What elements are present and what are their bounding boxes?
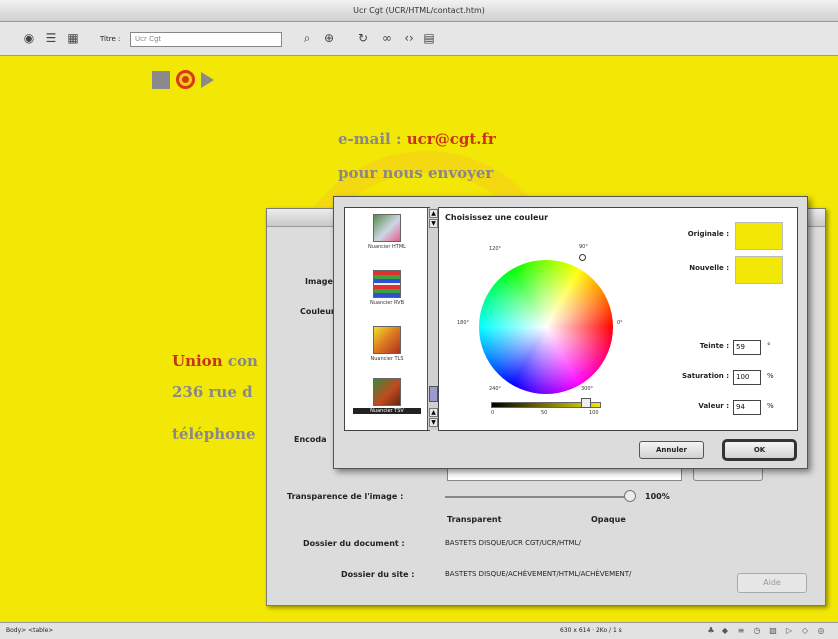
html-picker-icon xyxy=(373,214,401,242)
scroll-down-arrow[interactable]: ▼ xyxy=(429,219,438,228)
degree-240: 240° xyxy=(489,386,502,392)
degree-0: 0° xyxy=(617,320,623,326)
layout-icon[interactable]: ▤ xyxy=(422,31,436,45)
picker-panel: Choisissez une couleur 90° 120° 0° 180° … xyxy=(438,207,798,431)
color-wheel[interactable] xyxy=(479,260,613,394)
value-slider-knob[interactable] xyxy=(581,398,591,408)
phone-line: téléphone xyxy=(172,425,256,443)
code-icon[interactable]: ‹› xyxy=(402,31,416,45)
document-folder-value: BASTETS DISQUE/UCR CGT/UCR/HTML/ xyxy=(445,539,581,547)
image-icon[interactable]: ▦ xyxy=(66,31,80,45)
street-line: 236 rue d xyxy=(172,383,253,401)
history-icon[interactable]: ◷ xyxy=(752,626,762,636)
transparency-slider-knob[interactable] xyxy=(624,490,636,502)
picker-item-tsv[interactable]: Nuancier TSV xyxy=(353,378,421,414)
tick-0: 0 xyxy=(491,410,495,416)
target-dot xyxy=(182,76,189,83)
value-slider-ticks: 0 50 100 xyxy=(491,410,601,416)
new-swatch xyxy=(735,256,783,284)
document-folder-label: Dossier du document : xyxy=(303,539,405,548)
tick-100: 100 xyxy=(589,410,599,416)
site-icon[interactable]: ♣ xyxy=(706,626,716,636)
inspect-icon[interactable]: ⌕ xyxy=(300,31,314,45)
email-line: e-mail : ucr@cgt.fr xyxy=(338,130,496,148)
opaque-label: Opaque xyxy=(591,515,626,524)
site-folder-value: BASTETS DISQUE/ACHÈVEMENT/HTML/ACHÈVEMEN… xyxy=(445,570,632,578)
tag-path[interactable]: Body> <table> xyxy=(6,627,53,634)
saturation-unit: % xyxy=(767,372,774,380)
code-small-icon[interactable]: ◇ xyxy=(800,626,810,636)
union-line: Union con xyxy=(172,352,258,370)
refresh-icon[interactable]: ↻ xyxy=(356,31,370,45)
picker-item-tls[interactable]: Nuancier TLS xyxy=(353,326,421,362)
saturation-field[interactable]: 100 xyxy=(733,370,761,385)
union-brand: Union xyxy=(172,352,223,370)
tsv-picker-icon xyxy=(373,378,401,406)
palette-icon[interactable]: ◆ xyxy=(720,626,730,636)
value-unit: % xyxy=(767,402,774,410)
scroll-down-arrow-bottom[interactable]: ▼ xyxy=(429,418,438,427)
help-button[interactable]: Aide xyxy=(737,573,807,593)
picker-item-html[interactable]: Nuancier HTML xyxy=(353,214,421,250)
title-label: Titre : xyxy=(100,35,121,43)
picker-item-rgb[interactable]: Nuancier RVB xyxy=(353,270,421,306)
picker-item-label: Nuancier RVB xyxy=(369,300,405,306)
scroll-up-arrow[interactable]: ▲ xyxy=(429,209,438,218)
original-swatch xyxy=(735,222,783,250)
tick-50: 50 xyxy=(541,410,548,416)
color-label: Couleur xyxy=(300,307,335,316)
saturation-label: Saturation : xyxy=(681,372,729,380)
title-input[interactable]: Ucr Cgt xyxy=(130,32,282,47)
list-icon[interactable]: ☰ xyxy=(44,31,58,45)
play-small-icon[interactable]: ▷ xyxy=(784,626,794,636)
transparency-label: Transparence de l'image : xyxy=(287,492,404,501)
color-picker-dialog: Nuancier HTML Nuancier RVB Nuancier TLS … xyxy=(333,196,808,469)
new-label: Nouvelle : xyxy=(689,264,729,272)
value-field[interactable]: 94 xyxy=(733,400,761,415)
cancel-button[interactable]: Annuler xyxy=(639,441,704,459)
degree-120: 120° xyxy=(489,246,502,252)
color-wheel-marker[interactable] xyxy=(579,254,586,261)
eye-icon[interactable]: ◉ xyxy=(22,31,36,45)
link-icon[interactable]: ∞ xyxy=(380,31,394,45)
transparency-value: 100% xyxy=(645,492,670,501)
degree-90: 90° xyxy=(579,244,588,250)
text-icon[interactable]: ≡ xyxy=(736,626,746,636)
hue-label: Teinte : xyxy=(699,342,729,350)
encoding-label: Encoda xyxy=(294,435,327,444)
transparent-label: Transparent xyxy=(447,515,502,524)
preview-icon[interactable]: ⊕ xyxy=(322,31,336,45)
hue-unit: ° xyxy=(767,342,771,350)
image-label: Image xyxy=(305,277,333,286)
transparency-slider[interactable] xyxy=(445,496,633,498)
degree-180: 180° xyxy=(457,320,470,326)
stop-icon[interactable] xyxy=(152,71,170,89)
send-line: pour nous envoyer xyxy=(338,164,494,182)
value-label: Valeur : xyxy=(698,402,729,410)
page-size-info: 630 x 614 · 2Ko / 1 s xyxy=(560,627,622,634)
site-folder-label: Dossier du site : xyxy=(341,570,415,579)
picker-item-label: Nuancier HTML xyxy=(368,244,406,250)
ok-button[interactable]: OK xyxy=(722,439,797,461)
hue-field[interactable]: 59 xyxy=(733,340,761,355)
original-label: Originale : xyxy=(687,230,729,238)
tls-picker-icon xyxy=(373,326,401,354)
picker-item-label: Nuancier TLS xyxy=(370,356,404,362)
picker-type-list: Nuancier HTML Nuancier RVB Nuancier TLS … xyxy=(344,207,439,431)
window-title: Ucr Cgt (UCR/HTML/contact.htm) xyxy=(0,0,838,22)
rgb-picker-icon xyxy=(373,270,401,298)
toolbar: ◉ ☰ ▦ Titre : Ucr Cgt ⌕ ⊕ ↻ ∞ ‹› ▤ xyxy=(0,22,838,56)
email-prefix: e-mail : xyxy=(338,130,407,148)
status-bar: Body> <table> 630 x 614 · 2Ko / 1 s ♣ ◆ … xyxy=(0,622,838,639)
scroll-up-arrow-bottom[interactable]: ▲ xyxy=(429,408,438,417)
picker-item-label: Nuancier TSV xyxy=(353,408,421,414)
play-icon[interactable] xyxy=(201,72,214,88)
email-link[interactable]: ucr@cgt.fr xyxy=(407,130,496,148)
layers-icon[interactable]: ▧ xyxy=(768,626,778,636)
picker-title: Choisissez une couleur xyxy=(445,213,549,222)
union-rest: con xyxy=(222,352,258,370)
scroll-thumb[interactable] xyxy=(429,386,438,402)
degree-300: 300° xyxy=(581,386,594,392)
behavior-icon[interactable]: ◎ xyxy=(816,626,826,636)
